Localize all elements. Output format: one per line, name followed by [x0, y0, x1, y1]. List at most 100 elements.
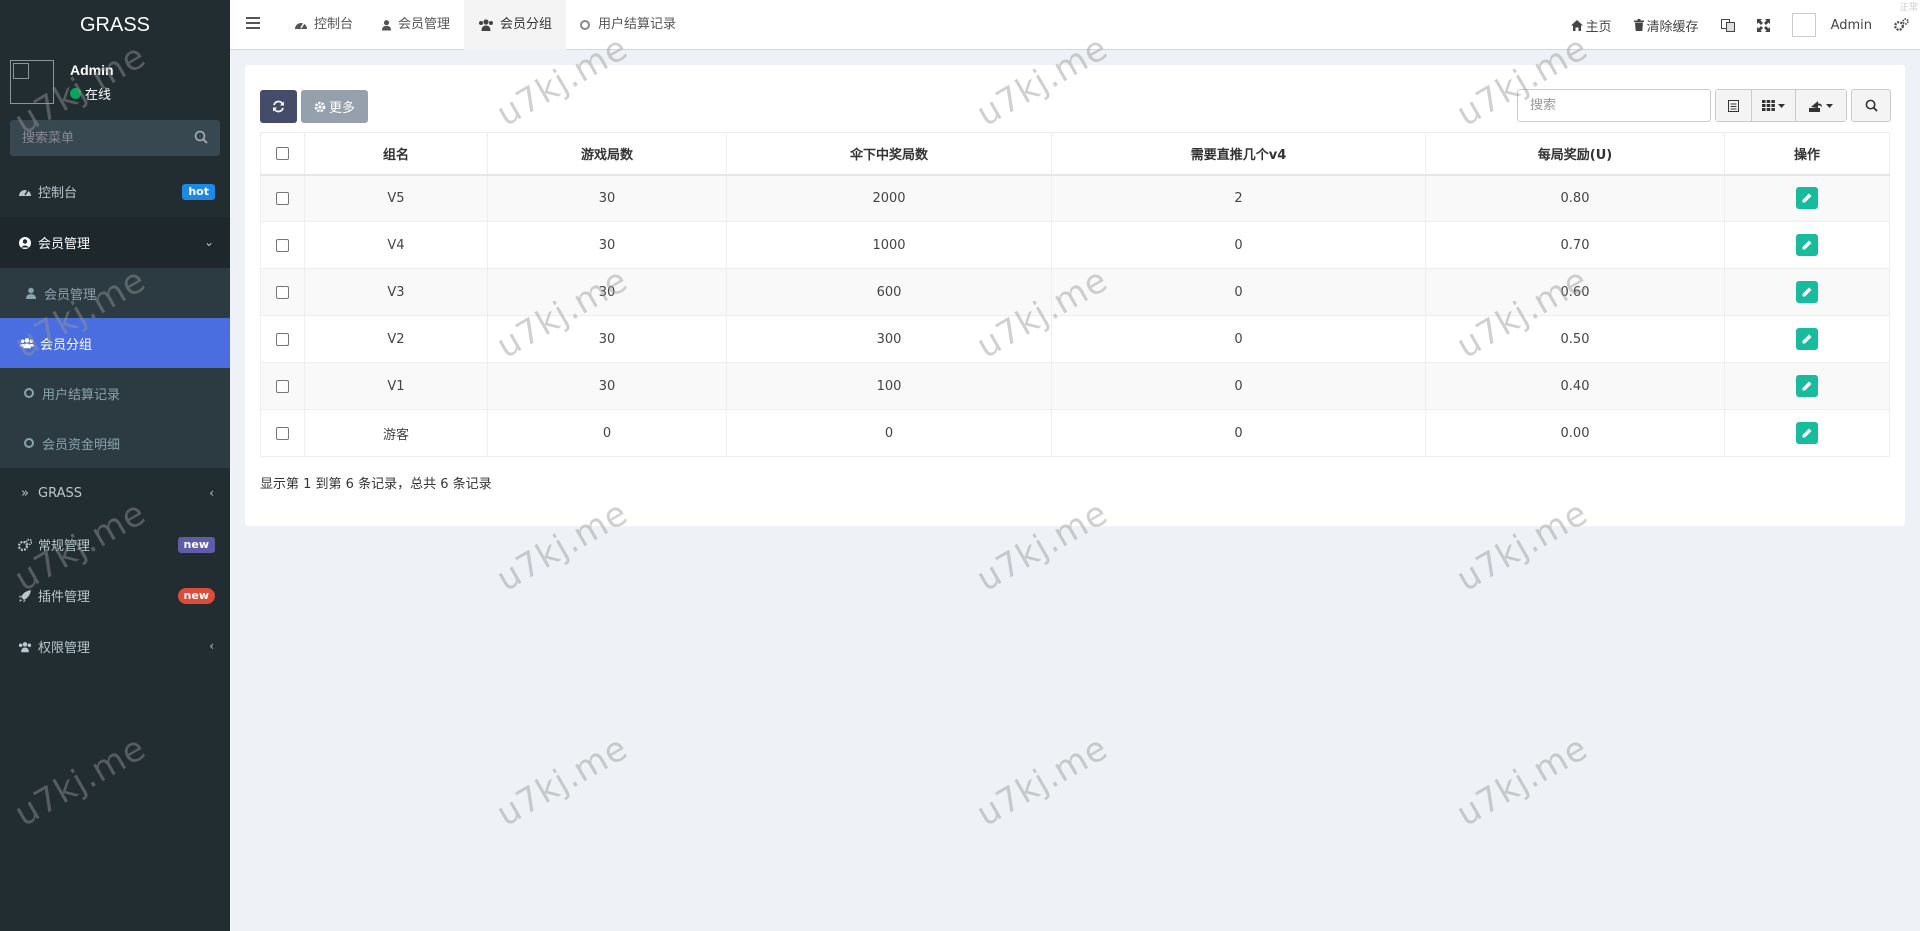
home-icon	[1570, 19, 1583, 31]
row-checkbox[interactable]	[276, 238, 289, 252]
tab-label: 会员管理	[398, 17, 451, 32]
table-cell: 0	[1051, 362, 1426, 410]
more-label: 更多	[328, 101, 355, 116]
sidebar-item-grass[interactable]: » GRASS ‹	[0, 468, 230, 519]
clear-cache-link[interactable]: 清除缓存	[1623, 0, 1710, 50]
fullscreen-button[interactable]	[1746, 0, 1781, 50]
tab-dashboard[interactable]: 控制台	[280, 0, 367, 50]
row-select-cell	[260, 315, 305, 363]
column-header[interactable]: 游戏局数	[487, 132, 727, 176]
sidebar-menu: 控制台 hot 会员管理 ⌄ 会员管理 会员分组 用户结算记录 会员资金明细 »…	[0, 166, 230, 672]
sidebar-item-member-group[interactable]: 会员分组	[0, 318, 230, 368]
edit-button[interactable]	[1796, 234, 1818, 256]
sidebar-item-dashboard[interactable]: 控制台 hot	[0, 166, 230, 217]
sidebar-item-member-list[interactable]: 会员管理	[0, 268, 230, 318]
search-icon[interactable]	[194, 130, 208, 144]
gears-icon	[1894, 18, 1909, 31]
sidebar-item-label: GRASS	[38, 486, 82, 501]
table-cell: 30	[487, 221, 727, 269]
row-checkbox[interactable]	[276, 191, 289, 205]
edit-button[interactable]	[1796, 328, 1818, 350]
rocket-icon	[18, 589, 32, 603]
app-logo[interactable]: GRASS	[0, 0, 230, 50]
table-row: V1 30 100 0 0.40	[260, 362, 1890, 410]
row-select-cell	[260, 409, 305, 457]
select-all-cell	[260, 132, 305, 176]
column-header: 操作	[1724, 132, 1890, 176]
user-circle-icon	[18, 236, 32, 250]
column-header[interactable]: 每局奖励(U)	[1425, 132, 1725, 176]
edit-button[interactable]	[1796, 422, 1818, 444]
column-header[interactable]: 需要直推几个v4	[1051, 132, 1426, 176]
table-cell: 0	[1051, 221, 1426, 269]
circle-icon	[24, 388, 34, 398]
navbar-right: 主页 清除缓存 Admin	[1560, 0, 1920, 50]
edit-button[interactable]	[1796, 187, 1818, 210]
gears-icon	[18, 538, 32, 552]
gear-icon	[314, 101, 326, 112]
main-panel: 更多 组名 游戏局数 伞下中奖局数	[245, 65, 1905, 526]
sidebar-search-input[interactable]	[10, 120, 220, 156]
tab-label: 用户结算记录	[598, 17, 677, 32]
users-icon	[18, 640, 32, 654]
sidebar-item-member-management[interactable]: 会员管理 ⌄	[0, 217, 230, 268]
column-header[interactable]: 伞下中奖局数	[726, 132, 1052, 176]
language-switch[interactable]	[1710, 0, 1746, 50]
admin-avatar	[1791, 13, 1816, 37]
tab-member-group[interactable]: 会员分组	[464, 0, 567, 50]
user-icon	[381, 20, 392, 31]
table-cell: V4	[304, 221, 488, 269]
columns-dropdown[interactable]	[1752, 90, 1796, 121]
table-cell: 0	[1051, 409, 1426, 457]
angle-double-right-icon: »	[21, 486, 29, 501]
table-cell: 0.50	[1425, 315, 1725, 363]
user-status-label: 在线	[85, 88, 112, 103]
sidebar-item-settlement-records[interactable]: 用户结算记录	[0, 368, 230, 418]
sidebar-item-plugin-management[interactable]: 插件管理 new	[0, 570, 230, 621]
table-cell: V2	[304, 315, 488, 363]
table-search-input[interactable]	[1517, 89, 1711, 122]
trash-icon	[1633, 19, 1644, 31]
toggle-view-button[interactable]	[1716, 90, 1752, 121]
table-view-controls	[1715, 89, 1847, 122]
table-cell: V3	[304, 268, 488, 316]
table-cell: 0.80	[1425, 174, 1725, 222]
edit-button[interactable]	[1796, 281, 1818, 303]
table-cell: 0.60	[1425, 268, 1725, 316]
table-cell: 30	[487, 362, 727, 410]
tab-settlement-records[interactable]: 用户结算记录	[566, 0, 690, 50]
row-select-cell	[260, 268, 305, 316]
pencil-icon	[1802, 334, 1812, 344]
row-checkbox[interactable]	[276, 285, 289, 299]
dashboard-icon	[18, 185, 32, 199]
row-checkbox[interactable]	[276, 379, 289, 393]
sidebar-item-label: 插件管理	[38, 590, 91, 605]
pencil-icon	[1802, 287, 1812, 297]
toolbar-left: 更多	[260, 90, 368, 123]
advanced-search-button[interactable]	[1851, 89, 1891, 122]
row-checkbox[interactable]	[276, 332, 289, 346]
sidebar-item-label: 用户结算记录	[42, 387, 121, 403]
corner-tag: 正常	[1899, 3, 1918, 13]
sidebar-item-fund-details[interactable]: 会员资金明细	[0, 418, 230, 468]
export-dropdown[interactable]	[1796, 90, 1846, 121]
watermark: u7kj.me	[490, 727, 635, 835]
sidebar-item-permission-management[interactable]: 权限管理 ‹	[0, 621, 230, 672]
action-cell	[1724, 409, 1890, 457]
action-cell	[1724, 268, 1890, 316]
admin-user-menu[interactable]: Admin	[1781, 0, 1883, 50]
list-view-icon	[1728, 99, 1739, 112]
sidebar-toggle-icon[interactable]	[246, 17, 260, 31]
watermark: u7kj.me	[970, 727, 1115, 835]
table-row: V4 30 1000 0 0.70	[260, 221, 1890, 269]
refresh-button[interactable]	[260, 90, 297, 123]
sidebar-item-general-management[interactable]: 常规管理 new	[0, 519, 230, 570]
column-header[interactable]: 组名	[304, 132, 488, 176]
sidebar-item-label: 会员资金明细	[42, 437, 121, 453]
tab-member-management[interactable]: 会员管理	[367, 0, 464, 50]
more-button[interactable]: 更多	[301, 90, 368, 123]
edit-button[interactable]	[1796, 375, 1818, 397]
row-checkbox[interactable]	[276, 426, 289, 440]
select-all-checkbox[interactable]	[276, 146, 289, 160]
home-link[interactable]: 主页	[1560, 0, 1623, 50]
